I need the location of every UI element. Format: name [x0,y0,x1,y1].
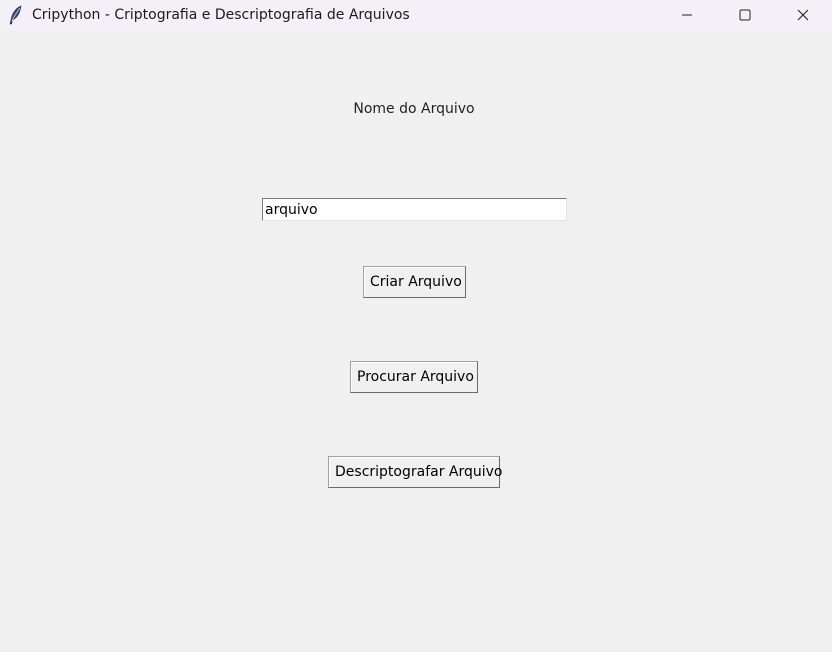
file-name-input[interactable] [262,198,567,221]
maximize-icon [739,6,751,25]
minimize-icon [681,6,693,25]
title-bar[interactable]: Cripython - Criptografia e Descriptograf… [0,0,832,31]
file-name-label: Nome do Arquivo [353,101,475,117]
window-title: Cripython - Criptografia e Descriptograf… [32,7,410,23]
create-file-button[interactable]: Criar Arquivo [363,266,466,298]
feather-icon [8,5,24,25]
close-icon [797,6,809,25]
maximize-button[interactable] [716,0,774,31]
minimize-button[interactable] [658,0,716,31]
close-button[interactable] [774,0,832,31]
decrypt-file-button[interactable]: Descriptografar Arquivo [328,456,503,488]
app-window: Cripython - Criptografia e Descriptograf… [0,0,832,652]
browse-file-button[interactable]: Procurar Arquivo [350,361,478,393]
